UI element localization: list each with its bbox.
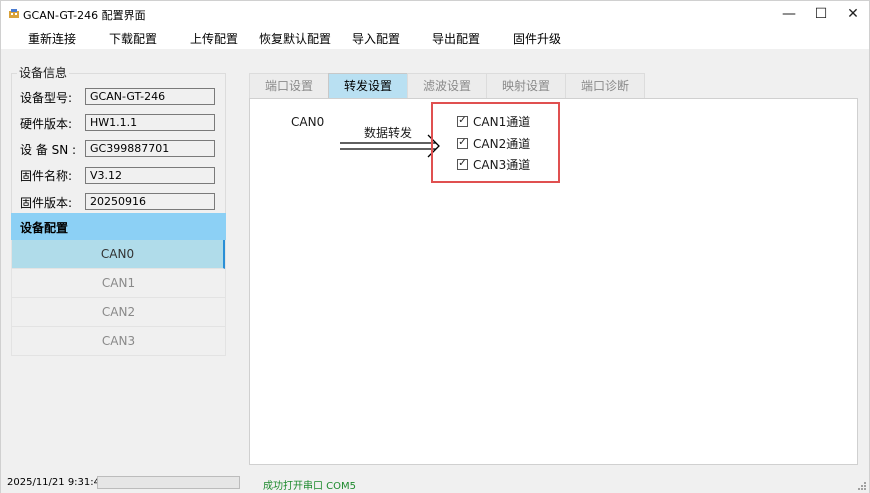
hardware-version-label: 硬件版本: [20,117,73,131]
device-info-title: 设备信息 [17,64,70,81]
target-can2-checkbox[interactable]: ✓ CAN2通道 [457,135,530,151]
menu-export-config[interactable]: 导出配置 [432,30,480,47]
nav-item-can3[interactable]: CAN3 [12,327,225,356]
menu-bar: 重新连接 下载配置 上传配置 恢复默认配置 导入配置 导出配置 固件升级 [1,27,869,49]
serial-number-label: 设 备 SN : [20,143,77,157]
minimize-icon: — [782,6,796,22]
serial-number-field[interactable]: GC399887701 [85,140,215,157]
resize-grip-icon[interactable] [857,481,867,491]
status-message: 成功打开串口 COM5 [263,481,357,492]
maximize-icon: ☐ [814,6,828,22]
firmware-name-label: 固件名称: [20,169,73,183]
menu-import-config[interactable]: 导入配置 [352,30,400,47]
target-can2-label: CAN2通道 [473,136,531,151]
source-channel-label: CAN0 [291,115,325,129]
maximize-button[interactable]: ☐ [804,1,838,27]
target-can1-label: CAN1通道 [473,114,531,129]
target-can3-label: CAN3通道 [473,157,531,172]
device-config-header: 设备配置 [11,213,226,240]
menu-upload-config[interactable]: 上传配置 [190,30,238,47]
nav-item-can0[interactable]: CAN0 [12,240,225,269]
menu-download-config[interactable]: 下载配置 [109,30,157,47]
window-title: GCAN-GT-246 配置界面 [23,9,146,22]
menu-firmware-upgrade[interactable]: 固件升级 [513,30,561,47]
menu-restore-default[interactable]: 恢复默认配置 [259,30,331,47]
minimize-button[interactable]: — [772,1,806,27]
title-bar: GCAN-GT-246 配置界面 — ☐ ✕ [1,1,869,27]
app-icon [9,9,19,18]
checkbox-checked-icon: ✓ [457,137,468,149]
checkbox-checked-icon: ✓ [457,115,468,127]
model-field[interactable]: GCAN-GT-246 [85,88,215,105]
close-icon: ✕ [847,6,859,22]
status-progress-bar [97,476,240,489]
model-label: 设备型号: [20,91,73,105]
target-can3-checkbox[interactable]: ✓ CAN3通道 [457,156,530,172]
status-timestamp: 2025/11/21 9:31:46 [7,477,107,488]
nav-item-can2[interactable]: CAN2 [12,298,225,327]
menu-reconnect[interactable]: 重新连接 [28,30,76,47]
firmware-version-field[interactable]: 20250916 [85,193,215,210]
firmware-name-field[interactable]: V3.12 [85,167,215,184]
tab-mapping-settings[interactable]: 映射设置 [486,73,566,98]
tab-forwarding-settings[interactable]: 转发设置 [328,73,408,98]
app-window: GCAN-GT-246 配置界面 — ☐ ✕ 重新连接 下载配置 上传配置 恢复… [0,0,870,493]
channel-nav-list: CAN0 CAN1 CAN2 CAN3 [11,240,226,356]
hardware-version-field[interactable]: HW1.1.1 [85,114,215,131]
tab-port-diagnostics[interactable]: 端口诊断 [565,73,645,98]
tab-port-settings[interactable]: 端口设置 [249,73,329,98]
checkbox-checked-icon: ✓ [457,158,468,170]
close-button[interactable]: ✕ [836,1,870,27]
target-can1-checkbox[interactable]: ✓ CAN1通道 [457,113,530,129]
tab-filter-settings[interactable]: 滤波设置 [407,73,487,98]
nav-item-can1[interactable]: CAN1 [12,269,225,298]
firmware-version-label: 固件版本: [20,196,73,210]
forward-arrow-icon [340,134,440,158]
